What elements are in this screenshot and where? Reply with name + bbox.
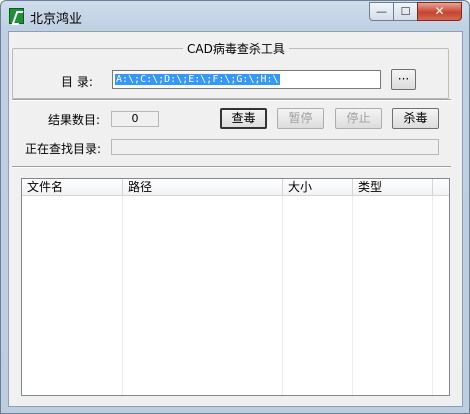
scanning-path <box>111 139 439 155</box>
column-header-path[interactable]: 路径 <box>123 179 283 195</box>
directory-input[interactable]: A:\;C:\;D:\;E:\;F:\;G:\;H:\ <box>112 70 381 89</box>
scanning-label: 正在查找目录: <box>25 142 102 156</box>
directory-input-value: A:\;C:\;D:\;E:\;F:\;G:\;H:\ <box>115 74 280 85</box>
stop-button[interactable]: 停止 <box>335 108 382 129</box>
column-divider <box>432 196 433 395</box>
kill-button[interactable]: 杀毒 <box>392 108 439 129</box>
column-header-size[interactable]: 大小 <box>283 179 353 195</box>
results-label: 结果数目: <box>48 113 101 127</box>
directory-label: 目 录: <box>61 75 93 89</box>
maximize-icon: ☐ <box>400 5 411 18</box>
column-divider <box>122 196 123 395</box>
list-header: 文件名 路径 大小 类型 <box>22 179 449 196</box>
browse-button[interactable]: ··· <box>391 69 416 90</box>
column-divider <box>352 196 353 395</box>
results-count: 0 <box>111 111 159 127</box>
column-header-type[interactable]: 类型 <box>353 179 433 195</box>
minimize-button[interactable]: — <box>369 2 394 21</box>
separator-top <box>12 99 451 101</box>
results-list[interactable]: 文件名 路径 大小 类型 <box>21 178 450 396</box>
close-icon: ✕ <box>434 4 445 18</box>
separator-bottom <box>12 166 451 168</box>
app-icon <box>9 8 24 24</box>
window-title: 北京鸿业 <box>30 12 83 27</box>
pause-button[interactable]: 暂停 <box>277 108 324 129</box>
title-bar[interactable]: 北京鸿业 — ☐ ✕ <box>1 1 469 31</box>
close-button[interactable]: ✕ <box>417 2 462 21</box>
column-divider <box>282 196 283 395</box>
minimize-icon: — <box>376 5 387 18</box>
scan-button[interactable]: 查毒 <box>220 108 267 129</box>
column-header-filename[interactable]: 文件名 <box>22 179 123 195</box>
group-title: CAD病毒查杀工具 <box>183 40 289 57</box>
maximize-button[interactable]: ☐ <box>393 2 418 21</box>
main-window: 北京鸿业 — ☐ ✕ CAD病毒查杀工具 目 录: A:\;C:\;D:\;E:… <box>0 0 470 414</box>
